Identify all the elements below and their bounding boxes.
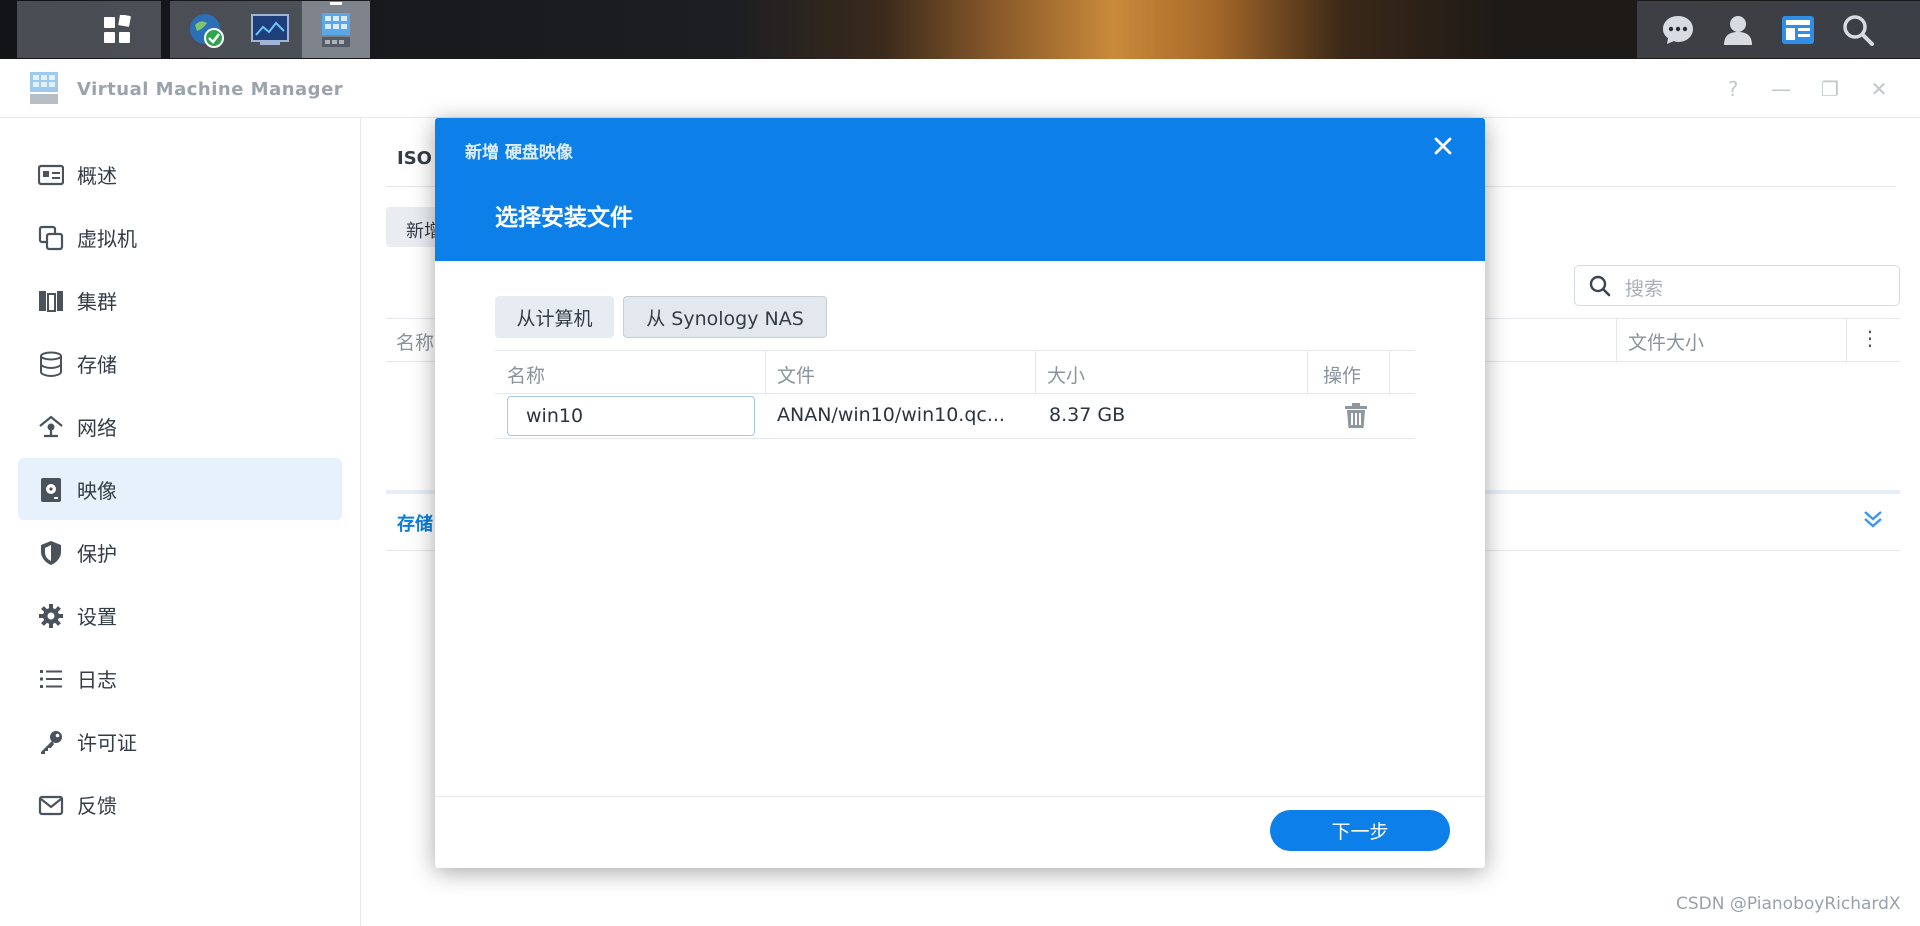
monitor-icon (251, 13, 289, 45)
column-header-file[interactable]: 文件 (777, 361, 815, 388)
resource-monitor-button[interactable] (242, 1, 298, 58)
search-icon (1589, 275, 1611, 297)
mail-icon (38, 795, 64, 816)
column-header-name[interactable]: 名称 (396, 328, 434, 355)
sidebar-item-label: 设置 (77, 604, 117, 629)
user-icon (1724, 15, 1752, 45)
column-header-action: 操作 (1323, 365, 1362, 387)
trash-icon[interactable] (1344, 403, 1368, 429)
dialog-caption: 新增 硬盘映像 (465, 143, 573, 163)
next-button[interactable]: 下一步 (1270, 810, 1450, 851)
dialog-header: 新增 硬盘映像 选择安装文件 (435, 118, 1485, 261)
file-table-header: 名称 文件 大小 操作 (495, 350, 1415, 395)
sidebar-item-label: 虚拟机 (77, 226, 137, 251)
gear-icon (39, 604, 63, 628)
sidebar-item-label: 映像 (77, 478, 117, 503)
active-indicator (330, 2, 342, 5)
storage-icon (40, 351, 62, 377)
sidebar-item-label: 许可证 (77, 730, 137, 755)
sidebar-item-overview[interactable]: 概述 (18, 143, 342, 205)
sidebar-item-label: 存储 (77, 352, 117, 377)
sidebar-item-license[interactable]: 许可证 (18, 710, 342, 772)
image-icon (41, 478, 61, 502)
file-path-cell: ANAN/win10/win10.qc... (777, 404, 1005, 426)
vmm-taskbar-button[interactable] (302, 1, 370, 58)
widgets-button[interactable] (1770, 1, 1826, 58)
column-header-file-size[interactable]: 文件大小 (1628, 328, 1704, 355)
network-icon (39, 415, 63, 438)
grid-icon (104, 15, 131, 43)
chat-button[interactable] (1650, 1, 1706, 58)
log-icon (40, 670, 62, 688)
column-divider (1035, 351, 1036, 395)
sidebar-item-label: 保护 (77, 541, 117, 566)
widget-icon (1782, 15, 1814, 44)
tab-storage[interactable]: 存储 (397, 510, 433, 536)
globe-shield-icon (190, 13, 224, 48)
search-placeholder: 搜索 (1625, 278, 1664, 300)
chat-icon (1663, 15, 1693, 44)
image-name-input[interactable]: win10 (507, 396, 755, 436)
add-disk-image-dialog: 新增 硬盘映像 选择安装文件 从计算机 从 Synology NAS 名称 文件… (435, 118, 1485, 868)
sidebar-item-vm[interactable]: 虚拟机 (18, 206, 342, 268)
shield-icon (41, 541, 61, 565)
sidebar-item-label: 集群 (77, 289, 117, 314)
close-icon (1434, 137, 1452, 155)
search-input[interactable]: 搜索 (1574, 265, 1900, 306)
cluster-icon (39, 291, 63, 312)
sidebar-item-label: 日志 (77, 667, 117, 692)
main-menu-button[interactable] (17, 1, 161, 58)
sidebar-item-label: 反馈 (77, 793, 117, 818)
column-header-name[interactable]: 名称 (507, 361, 545, 388)
table-row[interactable]: win10 ANAN/win10/win10.qc... 8.37 GB (495, 394, 1415, 439)
column-divider (1389, 351, 1390, 395)
column-divider (1616, 319, 1617, 363)
vm-icon (38, 225, 64, 251)
search-icon (1843, 14, 1874, 46)
close-window-button[interactable]: ✕ (1865, 75, 1893, 103)
sidebar-item-image[interactable]: 映像 (18, 458, 342, 520)
column-divider (1846, 319, 1847, 363)
key-icon (41, 731, 62, 754)
window-titlebar: Virtual Machine Manager ? — ❐ ✕ (0, 59, 1920, 118)
sidebar-item-log[interactable]: 日志 (18, 647, 342, 709)
from-computer-button[interactable]: 从计算机 (495, 296, 614, 338)
search-button[interactable] (1830, 1, 1886, 58)
from-nas-button[interactable]: 从 Synology NAS (623, 296, 827, 338)
window-title: Virtual Machine Manager (77, 79, 344, 100)
sidebar-item-storage[interactable]: 存储 (18, 332, 342, 394)
column-options-icon[interactable]: ⋮ (1860, 326, 1880, 350)
sidebar-item-cluster[interactable]: 集群 (18, 269, 342, 331)
sidebar: 概述 虚拟机 集群 存储 网络 映像 保护 设置 日志 许可证 反馈 (0, 118, 361, 926)
security-advisor-button[interactable] (178, 1, 234, 58)
sidebar-item-label: 网络 (77, 415, 117, 440)
watermark: CSDN @PianoboyRichardX (1676, 894, 1901, 914)
minimize-button[interactable]: — (1767, 75, 1795, 103)
sidebar-item-protection[interactable]: 保护 (18, 521, 342, 583)
restore-button[interactable]: ❐ (1816, 75, 1844, 103)
tab-iso[interactable]: ISO (397, 148, 432, 169)
sidebar-item-settings[interactable]: 设置 (18, 584, 342, 646)
column-divider (765, 351, 766, 395)
file-size-cell: 8.37 GB (1049, 404, 1126, 426)
dialog-close-button[interactable] (1428, 131, 1458, 161)
column-header-size[interactable]: 大小 (1047, 361, 1085, 388)
collapse-icon[interactable] (1862, 508, 1884, 536)
vmm-icon (322, 12, 350, 47)
sidebar-item-feedback[interactable]: 反馈 (18, 773, 342, 835)
vmm-app-icon (30, 72, 58, 104)
user-button[interactable] (1710, 1, 1766, 58)
column-divider (1307, 351, 1308, 395)
sidebar-item-network[interactable]: 网络 (18, 395, 342, 457)
help-button[interactable]: ? (1719, 75, 1747, 103)
overview-icon (38, 164, 64, 186)
dialog-footer-divider (435, 796, 1485, 797)
dialog-title: 选择安装文件 (495, 205, 633, 231)
taskbar (0, 0, 1920, 59)
sidebar-item-label: 概述 (77, 163, 117, 188)
